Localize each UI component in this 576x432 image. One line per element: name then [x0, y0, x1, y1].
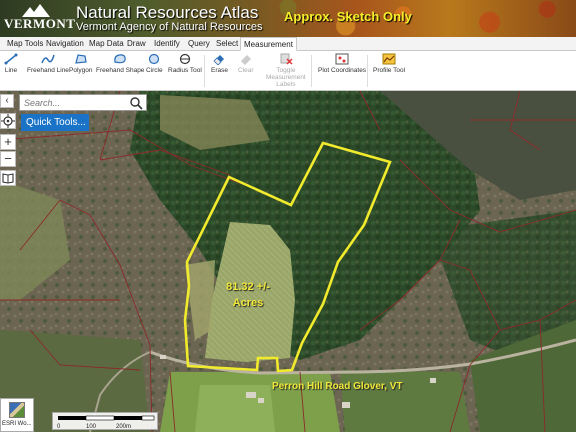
sketch-note: Approx. Sketch Only [284, 9, 412, 24]
freehand-shape-icon [114, 54, 126, 64]
circle-icon [149, 53, 160, 65]
scale-tick: 0 [57, 424, 61, 430]
bookmarks-button[interactable] [0, 170, 16, 186]
vermont-logo[interactable]: VERMONT [4, 3, 75, 35]
plot-coordinates-label: Plot Coordinates [318, 67, 367, 74]
clear-button[interactable]: Clear [238, 53, 254, 74]
freehand-shape-tool-label: Freehand Shape [96, 67, 145, 74]
tab-select[interactable]: Select [213, 37, 241, 51]
basemap-label: ESRI Wo... [2, 421, 32, 427]
freehand-line-tool-button[interactable]: Freehand Line [27, 53, 69, 74]
toolbar-divider [311, 55, 312, 87]
panel-collapse-button[interactable]: ‹ [0, 94, 14, 108]
toggle-label-line1: Toggle [276, 67, 296, 74]
app-title: Natural Resources Atlas [76, 3, 259, 22]
tab-draw[interactable]: Draw [124, 37, 149, 51]
road-location-label: Perron Hill Road Glover, VT [272, 381, 403, 392]
logo-text: VERMONT [4, 16, 76, 31]
polygon-icon [74, 54, 87, 64]
line-tool-button[interactable]: Line [4, 53, 18, 74]
acreage-value: 81.32 +/- [226, 281, 270, 293]
measurement-toolbar: Line Freehand Line Polygon Freehand Shap… [0, 51, 576, 91]
line-tool-label: Line [4, 67, 18, 74]
circle-tool-label: Circle [146, 67, 163, 74]
locate-button[interactable] [0, 113, 16, 129]
search-box [19, 94, 147, 111]
radius-icon [179, 53, 191, 65]
freehand-shape-tool-button[interactable]: Freehand Shape [96, 53, 144, 74]
basemap-thumbnail-icon [9, 402, 25, 418]
toggle-labels-icon [280, 53, 293, 65]
radius-tool-label: Radius Tool [168, 67, 202, 74]
toolbar-divider [204, 55, 205, 87]
quick-tools-button[interactable]: Quick Tools... [21, 114, 89, 131]
eraser-icon [213, 55, 225, 65]
circle-tool-button[interactable]: Circle [146, 53, 163, 74]
search-icon[interactable] [129, 96, 143, 110]
tab-measurement[interactable]: Measurement [240, 37, 297, 51]
clear-label: Clear [238, 67, 254, 74]
zoom-in-button[interactable]: + [0, 134, 16, 150]
tab-map-tools[interactable]: Map Tools [4, 37, 46, 51]
toggle-label-line3: Labels [276, 81, 296, 88]
line-icon [4, 53, 18, 65]
basemap-switcher[interactable]: ESRI Wo... [0, 398, 34, 432]
polygon-tool-label: Polygon [69, 67, 93, 74]
scale-bar: 0 100 200m [52, 412, 158, 430]
zoom-out-button[interactable]: − [0, 151, 16, 167]
scale-tick: 200m [116, 424, 132, 430]
freehand-line-icon [41, 54, 55, 64]
freehand-line-tool-label: Freehand Line [27, 67, 69, 74]
erase-label: Erase [211, 67, 228, 74]
acreage-unit: Acres [232, 297, 264, 309]
plot-coordinates-button[interactable]: Plot Coordinates [318, 53, 366, 74]
toggle-label-line2: Measurement [266, 74, 306, 81]
book-icon [2, 173, 14, 184]
mountain-logo-icon [22, 4, 50, 17]
tab-query[interactable]: Query [185, 37, 213, 51]
toolbar-divider [367, 55, 368, 87]
app-subtitle: Vermont Agency of Natural Resources [76, 21, 263, 33]
menu-tabs: Map Tools Navigation Map Data Draw Ident… [0, 37, 576, 51]
search-input[interactable] [24, 97, 124, 109]
tab-navigation[interactable]: Navigation [43, 37, 87, 51]
toggle-measurement-labels-button[interactable]: Toggle Measurement Labels [266, 53, 306, 88]
scale-tick: 100 [86, 424, 97, 430]
tab-map-data[interactable]: Map Data [86, 37, 127, 51]
profile-tool-button[interactable]: Profile Tool [373, 53, 405, 74]
profile-tool-icon [382, 53, 396, 65]
plot-coordinates-icon [335, 53, 349, 65]
parcel-acreage-label: 81.32 +/- Acres [208, 279, 288, 311]
polygon-tool-button[interactable]: Polygon [69, 53, 93, 74]
profile-tool-label: Profile Tool [373, 67, 406, 74]
clear-icon [240, 55, 251, 65]
radius-tool-button[interactable]: Radius Tool [168, 53, 202, 74]
app-header: VERMONT Natural Resources Atlas Vermont … [0, 0, 576, 37]
erase-button[interactable]: Erase [211, 53, 228, 74]
crosshair-icon [1, 114, 15, 128]
scale-bar-graphic [58, 415, 155, 421]
tab-identify[interactable]: Identify [151, 37, 183, 51]
